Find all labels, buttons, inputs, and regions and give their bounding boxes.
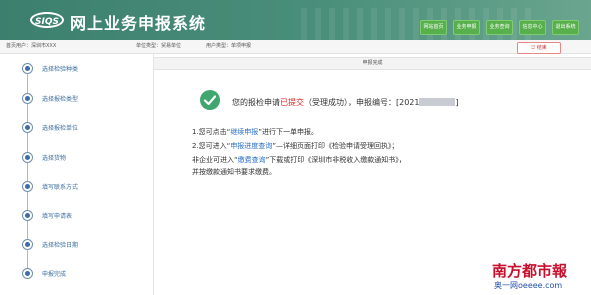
user-info-bar: 首页用户：深圳市XXX 单位类型：贸易单位 用户类型：单项申报 [0, 40, 591, 54]
step-item-5[interactable]: 填写联系方式 [22, 181, 147, 195]
step-item-1[interactable]: 选择检验种类 [22, 63, 147, 77]
header-button-query[interactable]: 业务查询 [486, 20, 513, 35]
result-mid: （受理成功），申报编号：[2021 [304, 98, 420, 107]
result-prefix: 您的报检申请 [232, 98, 280, 107]
watermark-site: 奥一网oeeee.com [494, 281, 563, 290]
step-item-7[interactable]: 选择检验日期 [22, 239, 147, 253]
step-dot-icon [22, 152, 33, 163]
result-status: 已提交 [280, 98, 304, 107]
app-title: 网上业务申报系统 [70, 14, 207, 33]
info-text: ”—详细页面打印《检验申请受理回执》； [272, 142, 399, 150]
step-item-3[interactable]: 选择报检单位 [22, 122, 147, 136]
siqs-logo: SIQS [30, 12, 64, 28]
info-text: 1.您可点击“ [192, 128, 231, 136]
result-suffix: ] [455, 98, 459, 107]
user-type-text: 用户类型：单项申报 [206, 43, 252, 49]
step-sidebar: 选择检验种类 选择报检类型 选择报检单位 选择货物 填写联系方式 填写申请表 选… [0, 54, 154, 295]
step-item-4[interactable]: 选择货物 [22, 152, 147, 166]
step-item-8[interactable]: 申报完成 [22, 268, 147, 282]
step-label: 选择报检单位 [42, 125, 79, 132]
step-dot-icon [22, 122, 33, 133]
user-name-text: 首页用户：深圳市XXX [6, 43, 57, 49]
end-icon: ⎋ [531, 45, 536, 51]
step-label: 选择检验种类 [42, 66, 79, 73]
end-button[interactable]: ⎋ 结束 [517, 42, 561, 54]
result-message: 您的报检申请已提交（受理成功），申报编号：[2021] [232, 97, 459, 108]
header-button-info[interactable]: 信息中心 [519, 20, 546, 35]
step-item-2[interactable]: 选择报检类型 [22, 93, 147, 107]
info-text: ”进行下一单申报。 [258, 128, 318, 136]
step-label: 选择报检类型 [42, 96, 79, 103]
step-label: 选择货物 [42, 155, 67, 162]
info-text: ”下载或打印《深圳市非税收入缴款通知书》， [265, 156, 406, 164]
step-label: 选择检验日期 [42, 242, 79, 249]
newspaper-watermark: 南方都市報 奥一网oeeee.com [488, 258, 588, 295]
step-dot-icon [22, 63, 33, 74]
continue-declare-link[interactable]: 继续申报 [230, 128, 258, 136]
step-dot-icon [22, 268, 33, 279]
step-label: 填写申请表 [42, 213, 73, 220]
step-dot-icon [22, 210, 33, 221]
end-button-label: 结束 [536, 45, 547, 51]
success-check-icon [200, 90, 220, 110]
step-dot-icon [22, 239, 33, 250]
step-dot-icon [22, 93, 33, 104]
header-button-home[interactable]: 网站首页 [420, 20, 447, 35]
header-button-declare[interactable]: 业务申报 [453, 20, 480, 35]
info-line-1: 1.您可点击“继续申报”进行下一单申报。 [192, 127, 318, 137]
step-dot-icon [22, 181, 33, 192]
unit-type-text: 单位类型：贸易单位 [136, 43, 182, 49]
info-line-3: 非企业可进入“缴费查询”下载或打印《深圳市非税收入缴款通知书》， [192, 155, 406, 165]
fee-query-link[interactable]: 缴费查询 [238, 156, 266, 164]
app-header: SIQS 网上业务申报系统 网站首页 业务申报 业务查询 信息中心 退出系统 [0, 0, 591, 40]
masked-serial [419, 98, 456, 106]
panel-title: 申报完成 [154, 57, 591, 70]
header-button-logout[interactable]: 退出系统 [552, 20, 579, 35]
info-line-2: 2.您可进入“申报进度查询”—详细页面打印《检验申请受理回执》； [192, 141, 398, 151]
progress-query-link[interactable]: 申报进度查询 [230, 142, 272, 150]
info-text: 非企业可进入“ [192, 156, 238, 164]
step-label: 填写联系方式 [42, 184, 79, 191]
step-item-6[interactable]: 填写申请表 [22, 210, 147, 224]
info-line-4: 并按缴款通知书要求缴费。 [192, 168, 276, 176]
watermark-title: 南方都市報 [492, 262, 568, 280]
step-label: 申报完成 [42, 271, 67, 278]
info-text: 2.您可进入“ [192, 142, 231, 150]
